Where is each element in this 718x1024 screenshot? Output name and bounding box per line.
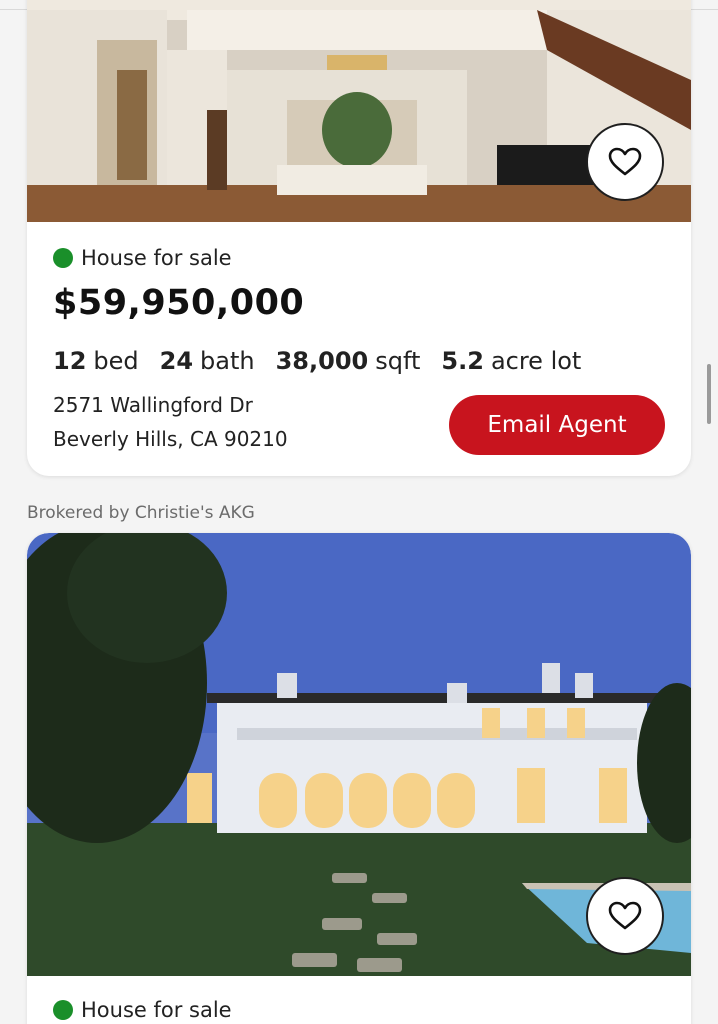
spec-lot: 5.2 acre lot bbox=[441, 347, 582, 375]
status-dot bbox=[53, 1000, 73, 1020]
listing-card[interactable]: House for sale bbox=[27, 533, 691, 1024]
broker-label: Brokered by Christie's AKG bbox=[27, 503, 255, 523]
favorite-button[interactable] bbox=[586, 123, 664, 201]
listing-price: $59,950,000 bbox=[53, 283, 305, 323]
spec-sqft: 38,000 sqft bbox=[275, 347, 421, 375]
address-city: Beverly Hills, CA 90210 bbox=[53, 427, 288, 451]
listing-specs: 12 bed 24 bath 38,000 sqft 5.2 acre lot bbox=[53, 347, 602, 375]
favorite-button[interactable] bbox=[586, 877, 664, 955]
heart-outline-icon bbox=[608, 147, 642, 176]
listing-status: House for sale bbox=[53, 246, 232, 270]
listing-card[interactable]: House for sale $59,950,000 12 bed 24 bath … bbox=[27, 0, 691, 476]
email-agent-button[interactable]: Email Agent bbox=[449, 395, 665, 455]
interior-photo bbox=[27, 0, 691, 222]
listing-address[interactable]: 2571 Wallingford Dr Beverly Hills, CA 90… bbox=[53, 388, 288, 456]
status-label: House for sale bbox=[81, 998, 232, 1022]
spec-beds: 12 bed bbox=[53, 347, 139, 375]
status-label: House for sale bbox=[81, 246, 232, 270]
listing-status: House for sale bbox=[53, 998, 232, 1022]
address-street: 2571 Wallingford Dr bbox=[53, 393, 253, 417]
scrollbar[interactable] bbox=[707, 364, 711, 424]
spec-baths: 24 bath bbox=[159, 347, 255, 375]
status-dot bbox=[53, 248, 73, 268]
listing-photo[interactable] bbox=[27, 0, 691, 222]
heart-outline-icon bbox=[608, 901, 642, 930]
